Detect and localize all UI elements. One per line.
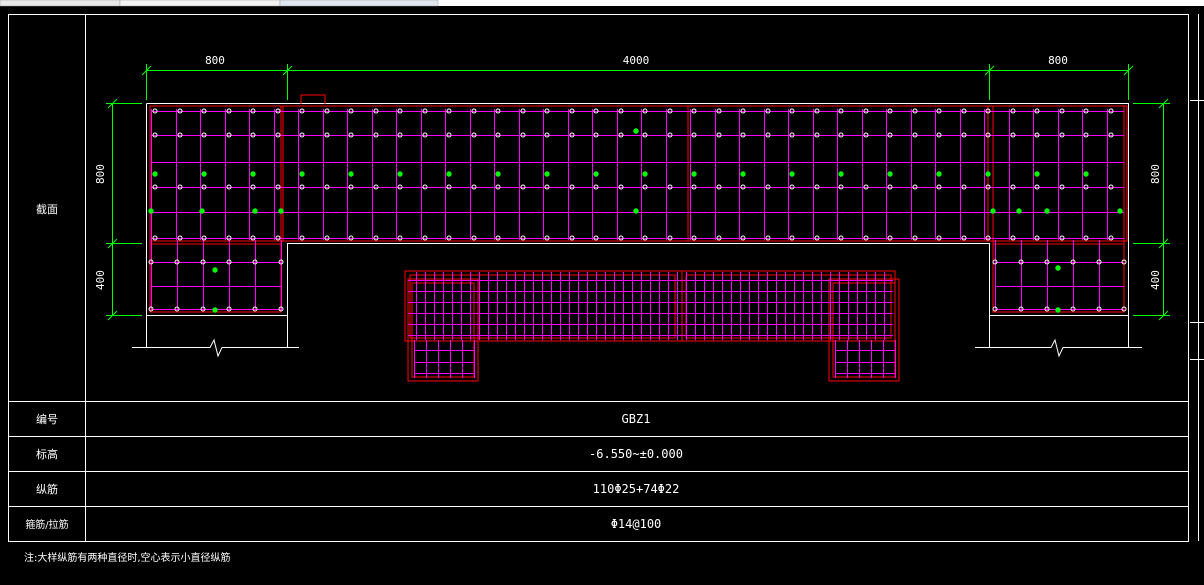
red-outline-ties: [149, 105, 1128, 313]
section-label: 截面: [36, 202, 58, 216]
bar-large: [212, 267, 218, 273]
bar-large: [789, 171, 795, 177]
bar-large: [199, 208, 205, 214]
bar-large: [633, 208, 639, 214]
dim-top-left: 800: [205, 54, 225, 67]
bar-large: [250, 171, 256, 177]
stirrup-label: 箍筋/拉筋: [25, 518, 68, 531]
bar-large: [201, 171, 207, 177]
bar-large: [152, 171, 158, 177]
bar-large: [299, 171, 305, 177]
mini-stirrup: [404, 270, 683, 342]
bar-large: [148, 208, 154, 214]
stirrup-outline: [149, 105, 282, 313]
bar-large: [1055, 265, 1061, 271]
longitudinal-bar-label: 纵筋: [36, 482, 58, 496]
bar-large: [936, 171, 942, 177]
bar-large: [691, 171, 697, 177]
table-labels: 截面 编号 标高 纵筋 箍筋/拉筋: [25, 202, 68, 531]
bar-large: [633, 128, 639, 134]
bar-large: [642, 171, 648, 177]
dim-top-right: 800: [1048, 54, 1068, 67]
stirrup-outline: [992, 243, 1125, 313]
longitudinal-bars: [148, 108, 1127, 313]
stirrup-outline: [149, 105, 1128, 242]
dim-left-lower: 400: [94, 270, 107, 290]
elevation-label: 标高: [36, 447, 58, 461]
bar-large: [1117, 208, 1123, 214]
bar-large: [212, 307, 218, 313]
bar-large: [990, 208, 996, 214]
bar-large: [985, 171, 991, 177]
bar-large: [278, 208, 284, 214]
bar-large: [740, 171, 746, 177]
bar-large: [544, 171, 550, 177]
dimension-lines: [106, 64, 1170, 321]
id-label: 编号: [36, 412, 58, 426]
dim-left-upper: 800: [94, 164, 107, 184]
bar-large: [1016, 208, 1022, 214]
stirrup-value: Φ14@100: [611, 517, 662, 531]
bar-large: [1044, 208, 1050, 214]
dim-right-lower: 400: [1149, 270, 1162, 290]
bar-large: [1083, 171, 1089, 177]
id-value: GBZ1: [622, 412, 651, 426]
bar-large: [495, 171, 501, 177]
stirrup-outline: [149, 243, 282, 313]
bar-large: [446, 171, 452, 177]
stirrup-outline: [282, 105, 689, 242]
cad-drawing: 截面 编号 标高 纵筋 箍筋/拉筋 GBZ1 -6.550~±0.000 110…: [0, 0, 1204, 564]
mini-stirrup: [685, 274, 892, 339]
dim-top-middle: 4000: [623, 54, 650, 67]
bar-spacing-marker: [300, 94, 326, 104]
mini-rebar-view: [404, 270, 900, 382]
elevation-value: -6.550~±0.000: [589, 447, 683, 461]
bar-large: [252, 208, 258, 214]
bar-large: [593, 171, 599, 177]
bar-large: [397, 171, 403, 177]
bar-large: [1034, 171, 1040, 177]
longitudinal-bar-value: 110Φ25+74Φ22: [593, 482, 680, 496]
bar-large: [348, 171, 354, 177]
top-strip: [0, 0, 1204, 7]
table-frame: [8, 14, 1189, 542]
bar-large: [1055, 307, 1061, 313]
footnote: 注:大样纵筋有两种直径时,空心表示小直径纵筋: [24, 551, 231, 564]
bar-large: [887, 171, 893, 177]
dim-right-upper: 800: [1149, 164, 1162, 184]
bar-large: [838, 171, 844, 177]
right-edge: [1190, 14, 1204, 541]
